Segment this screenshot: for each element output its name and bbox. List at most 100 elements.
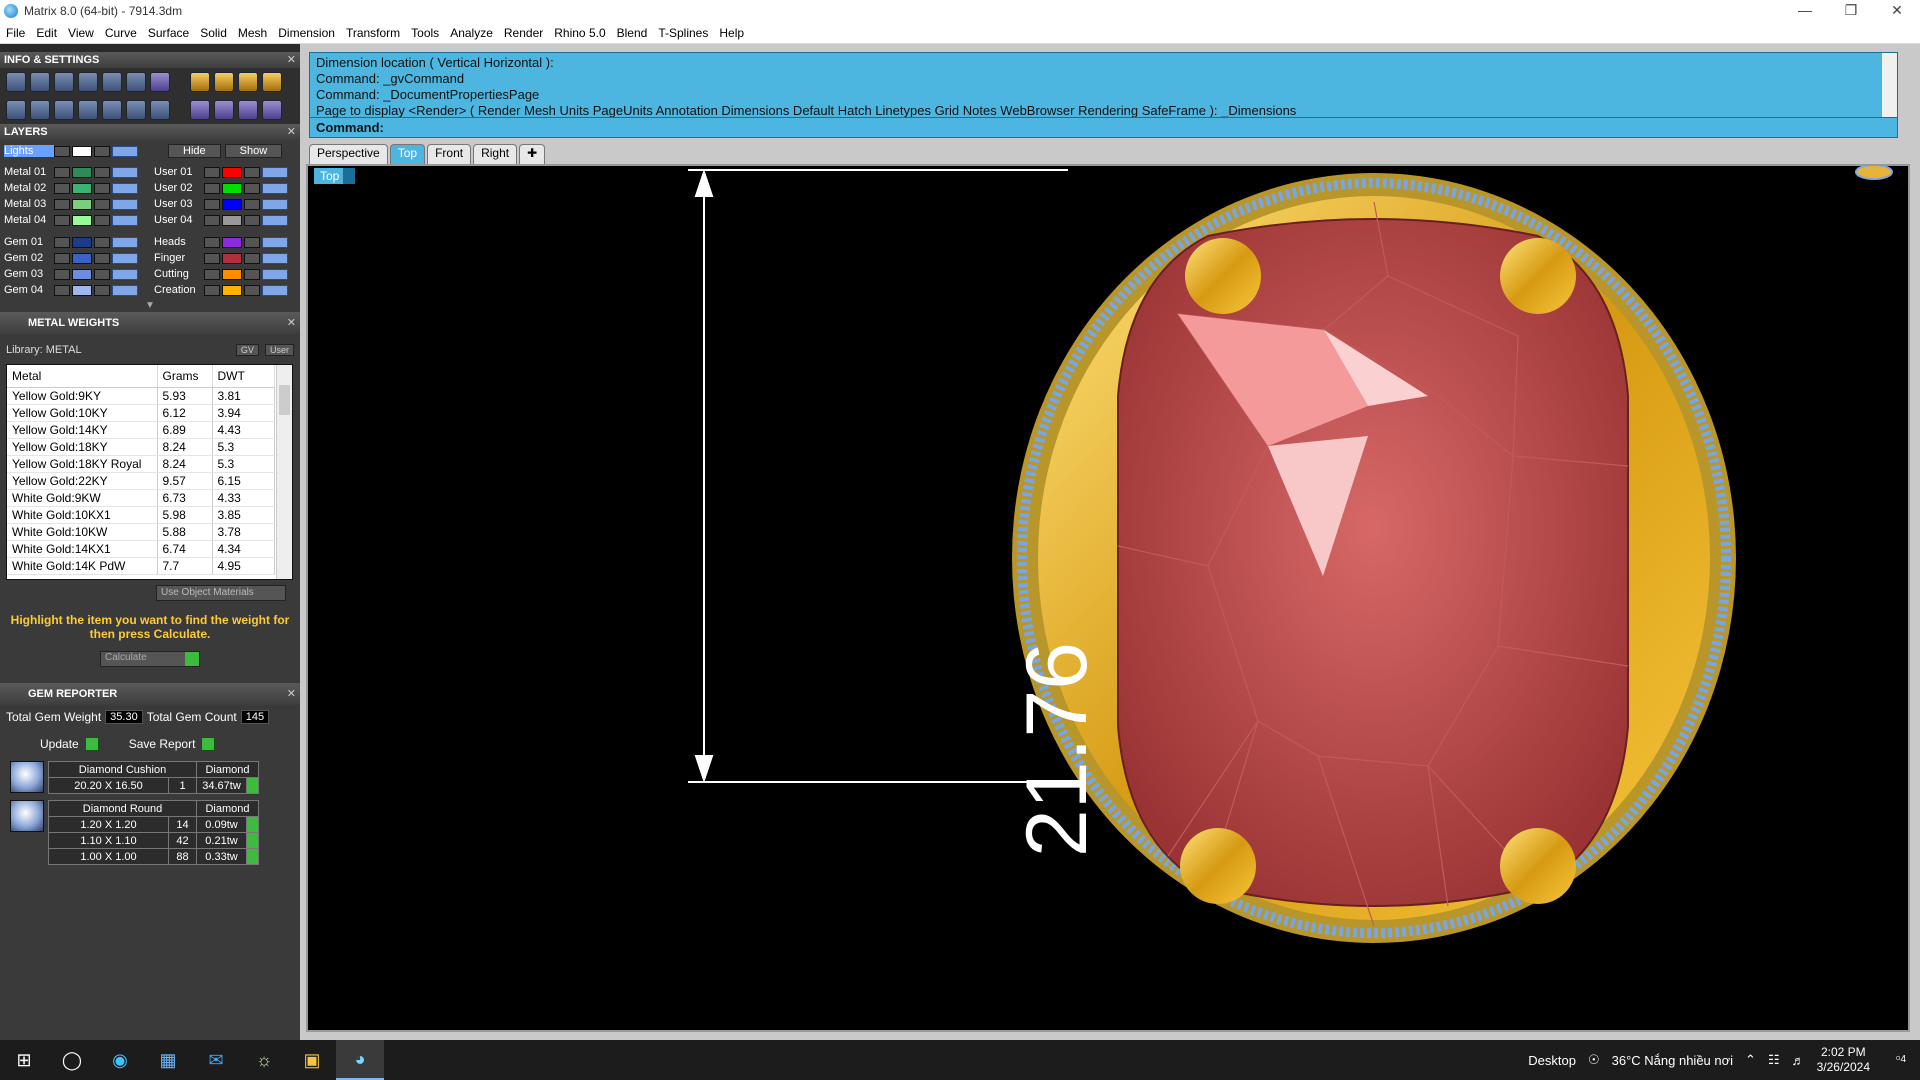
visibility-toggle[interactable] <box>112 145 138 157</box>
gem-row[interactable]: 1.10 X 1.10 42 0.21tw <box>48 832 259 849</box>
layer-row[interactable]: Heads <box>150 234 300 250</box>
restore-button[interactable]: ❐ <box>1828 0 1874 22</box>
gem-row[interactable]: 1.20 X 1.20 14 0.09tw <box>48 816 259 833</box>
document-tool-icon[interactable] <box>102 72 122 92</box>
close-icon[interactable]: ✕ <box>287 124 296 140</box>
filter-tool-icon[interactable] <box>102 100 122 120</box>
gem-row[interactable]: 20.20 X 16.50 1 34.67tw <box>48 777 259 794</box>
weather-widget[interactable]: 36°C Nắng nhiều nơi <box>1612 1053 1733 1068</box>
gem-row[interactable]: 1.00 X 1.00 88 0.33tw <box>48 848 259 865</box>
column-header-grams[interactable]: Grams <box>157 365 213 388</box>
head-tool-icon[interactable] <box>238 72 258 92</box>
layer-row[interactable]: User 02 <box>150 180 300 196</box>
volume-icon[interactable]: ♬ <box>1792 1053 1805 1068</box>
table-row[interactable]: White Gold:14KX1 6.74 4.34 <box>7 540 275 558</box>
layer-row[interactable]: Finger <box>150 250 300 266</box>
layer-row[interactable]: Metal 01 <box>0 164 150 180</box>
minimize-button[interactable]: — <box>1782 0 1828 22</box>
tab-perspective[interactable]: Perspective <box>309 144 388 164</box>
chevron-up-icon[interactable]: ⌃ <box>1745 1052 1756 1068</box>
tab-front[interactable]: Front <box>427 144 472 164</box>
layer-row[interactable]: Gem 02 <box>0 250 150 266</box>
people-icon[interactable]: ☉ <box>1588 1052 1600 1068</box>
layer-row[interactable]: Creation <box>150 282 300 298</box>
sphere-tool-icon[interactable] <box>54 100 74 120</box>
layer-row[interactable]: Gem 01 <box>0 234 150 250</box>
viewport-top[interactable]: Top 21.76 <box>306 164 1910 1032</box>
scatter-tool-icon[interactable] <box>214 100 234 120</box>
close-icon[interactable]: ✕ <box>287 52 296 68</box>
table-row[interactable]: Yellow Gold:9KY 5.93 3.81 <box>7 387 275 405</box>
menu-view[interactable]: View <box>68 26 94 40</box>
select-arrow-icon[interactable] <box>246 832 259 849</box>
store-icon[interactable]: ▦ <box>144 1040 192 1080</box>
network-icon[interactable]: ☷ <box>1768 1052 1780 1068</box>
column-header-metal[interactable]: Metal <box>7 365 158 388</box>
layer-row[interactable]: Gem 04 <box>0 282 150 298</box>
table-row[interactable]: White Gold:10KX1 5.98 3.85 <box>7 506 275 524</box>
menu-edit[interactable]: Edit <box>36 26 57 40</box>
expand-arrow-icon[interactable]: ▼ <box>0 300 300 312</box>
close-icon[interactable]: ✕ <box>287 683 296 705</box>
grid-tool-icon[interactable] <box>6 100 26 120</box>
column-header-dwt[interactable]: DWT <box>212 365 275 388</box>
table-row[interactable]: White Gold:14K PdW 7.7 4.95 <box>7 557 275 575</box>
command-scrollbar[interactable] <box>1881 53 1897 117</box>
cube-tool-icon[interactable] <box>78 72 98 92</box>
calculate-button[interactable]: Calculate <box>100 651 200 667</box>
ring-tool-icon[interactable] <box>214 72 234 92</box>
table-row[interactable]: Yellow Gold:10KY 6.12 3.94 <box>7 404 275 422</box>
edge-browser-icon[interactable]: ◉ <box>96 1040 144 1080</box>
desktop-toolbar[interactable]: Desktop <box>1528 1053 1576 1068</box>
transform-tool-icon[interactable] <box>126 100 146 120</box>
matrix-taskbar-icon[interactable]: ◕ <box>336 1040 384 1080</box>
menu-help[interactable]: Help <box>719 26 744 40</box>
layer-row[interactable]: Metal 04 <box>0 212 150 228</box>
menu-rhino[interactable]: Rhino 5.0 <box>554 26 605 40</box>
save-tool-icon[interactable] <box>150 100 170 120</box>
edit-tool-icon[interactable] <box>126 72 146 92</box>
table-row[interactable]: Yellow Gold:18KY Royal 8.24 5.3 <box>7 455 275 473</box>
menu-solid[interactable]: Solid <box>200 26 227 40</box>
table-row[interactable]: Yellow Gold:14KY 6.89 4.43 <box>7 421 275 439</box>
gv-button[interactable]: GV <box>235 344 259 356</box>
zoom-tool-icon[interactable] <box>30 72 50 92</box>
menu-tsplines[interactable]: T-Splines <box>658 26 708 40</box>
menu-render[interactable]: Render <box>504 26 543 40</box>
select-arrow-icon[interactable] <box>246 777 259 794</box>
table-row[interactable]: Yellow Gold:18KY 8.24 5.3 <box>7 438 275 456</box>
file-explorer-icon[interactable]: ▣ <box>288 1040 336 1080</box>
settings-tool-icon[interactable] <box>6 72 26 92</box>
search-icon[interactable]: ◯ <box>48 1040 96 1080</box>
layer-row[interactable]: Cutting <box>150 266 300 282</box>
add-viewport-tab[interactable]: ✚ <box>519 144 546 164</box>
prong-tool-icon[interactable] <box>238 100 258 120</box>
table-row[interactable]: White Gold:9KW 6.73 4.33 <box>7 489 275 507</box>
select-arrow-icon[interactable] <box>246 816 259 833</box>
layer-row[interactable]: Metal 02 <box>0 180 150 196</box>
tab-top[interactable]: Top <box>389 144 426 164</box>
render-tool-icon[interactable] <box>262 100 282 120</box>
layer-row[interactable]: Metal 03 <box>0 196 150 212</box>
show-button[interactable]: Show <box>224 144 283 158</box>
layer-tool-icon[interactable] <box>54 72 74 92</box>
close-icon[interactable]: ✕ <box>287 312 296 334</box>
table-row[interactable]: White Gold:10KW 5.88 3.78 <box>7 523 275 541</box>
layer-row-lights[interactable]: Lights <box>4 143 154 159</box>
menu-tools[interactable]: Tools <box>411 26 439 40</box>
menu-blend[interactable]: Blend <box>617 26 648 40</box>
vertical-scrollbar[interactable] <box>276 365 292 579</box>
notification-icon[interactable]: ▫4 <box>1896 1050 1906 1065</box>
layer-row[interactable]: User 01 <box>150 164 300 180</box>
menu-curve[interactable]: Curve <box>105 26 137 40</box>
lock-icon[interactable] <box>94 145 110 157</box>
save-report-button[interactable]: Save Report <box>129 737 216 751</box>
menu-analyze[interactable]: Analyze <box>450 26 493 40</box>
menu-file[interactable]: File <box>6 26 25 40</box>
layer-color-swatch[interactable] <box>72 145 92 157</box>
tab-right[interactable]: Right <box>473 144 518 164</box>
select-arrow-icon[interactable] <box>246 848 259 865</box>
menu-dimension[interactable]: Dimension <box>278 26 335 40</box>
panel-tool-icon[interactable] <box>78 100 98 120</box>
view-orientation-icon[interactable] <box>1855 166 1893 180</box>
